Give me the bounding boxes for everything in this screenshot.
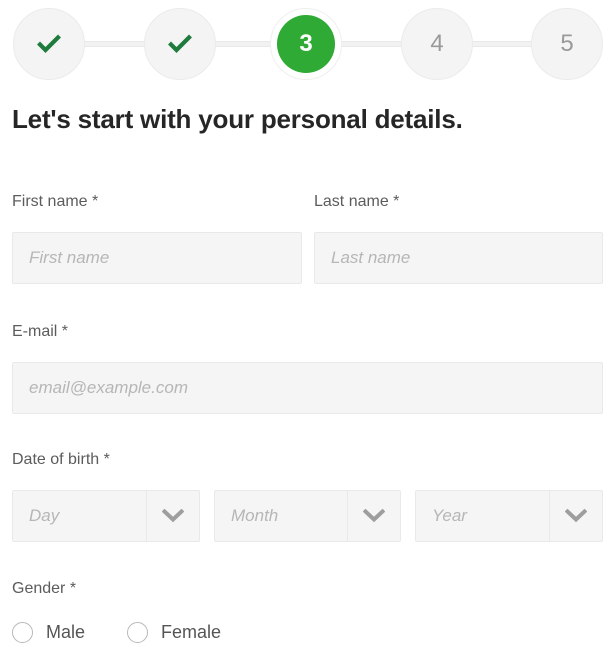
- chevron-down-icon: [146, 491, 199, 541]
- year-select[interactable]: Year: [415, 490, 603, 542]
- date-of-birth-label: Date of birth *: [12, 451, 110, 468]
- page-title: Let's start with your personal details.: [12, 104, 463, 134]
- email-input[interactable]: [12, 362, 603, 414]
- chevron-down-icon: [549, 491, 602, 541]
- last-name-input[interactable]: [314, 232, 603, 284]
- year-select-value: Year: [432, 506, 467, 525]
- step-indicator-3-label: 3: [277, 15, 335, 73]
- month-select-value: Month: [231, 506, 279, 525]
- gender-label: Gender *: [12, 580, 77, 597]
- step-indicator-5[interactable]: 5: [531, 8, 603, 80]
- email-label: E-mail *: [12, 323, 69, 340]
- step-indicator-4-label: 4: [430, 30, 444, 57]
- gender-option-male-label: Male: [46, 622, 86, 642]
- check-icon: [168, 34, 192, 53]
- radio-button-male[interactable]: [12, 622, 33, 643]
- last-name-label: Last name *: [314, 193, 400, 210]
- first-name-label: First name *: [12, 193, 99, 210]
- chevron-down-icon: [347, 491, 400, 541]
- step-indicator-4[interactable]: 4: [401, 8, 473, 80]
- radio-button-female[interactable]: [127, 622, 149, 643]
- step-indicator-1[interactable]: [13, 8, 85, 80]
- progress-stepper: 3 4 5: [0, 0, 613, 88]
- check-icon: [37, 34, 61, 53]
- first-name-input[interactable]: [12, 232, 302, 284]
- gender-option-female-label: Female: [161, 622, 222, 642]
- day-select[interactable]: Day: [12, 490, 200, 542]
- step-indicator-5-label: 5: [560, 30, 574, 57]
- step-indicator-3[interactable]: 3: [270, 8, 342, 80]
- month-select[interactable]: Month: [214, 490, 401, 542]
- gender-option-male[interactable]: Male: [12, 622, 85, 643]
- day-select-value: Day: [29, 506, 60, 525]
- gender-option-female[interactable]: Female: [127, 622, 221, 643]
- gender-radio-group: Male Female: [12, 622, 263, 643]
- step-indicator-2[interactable]: [144, 8, 216, 80]
